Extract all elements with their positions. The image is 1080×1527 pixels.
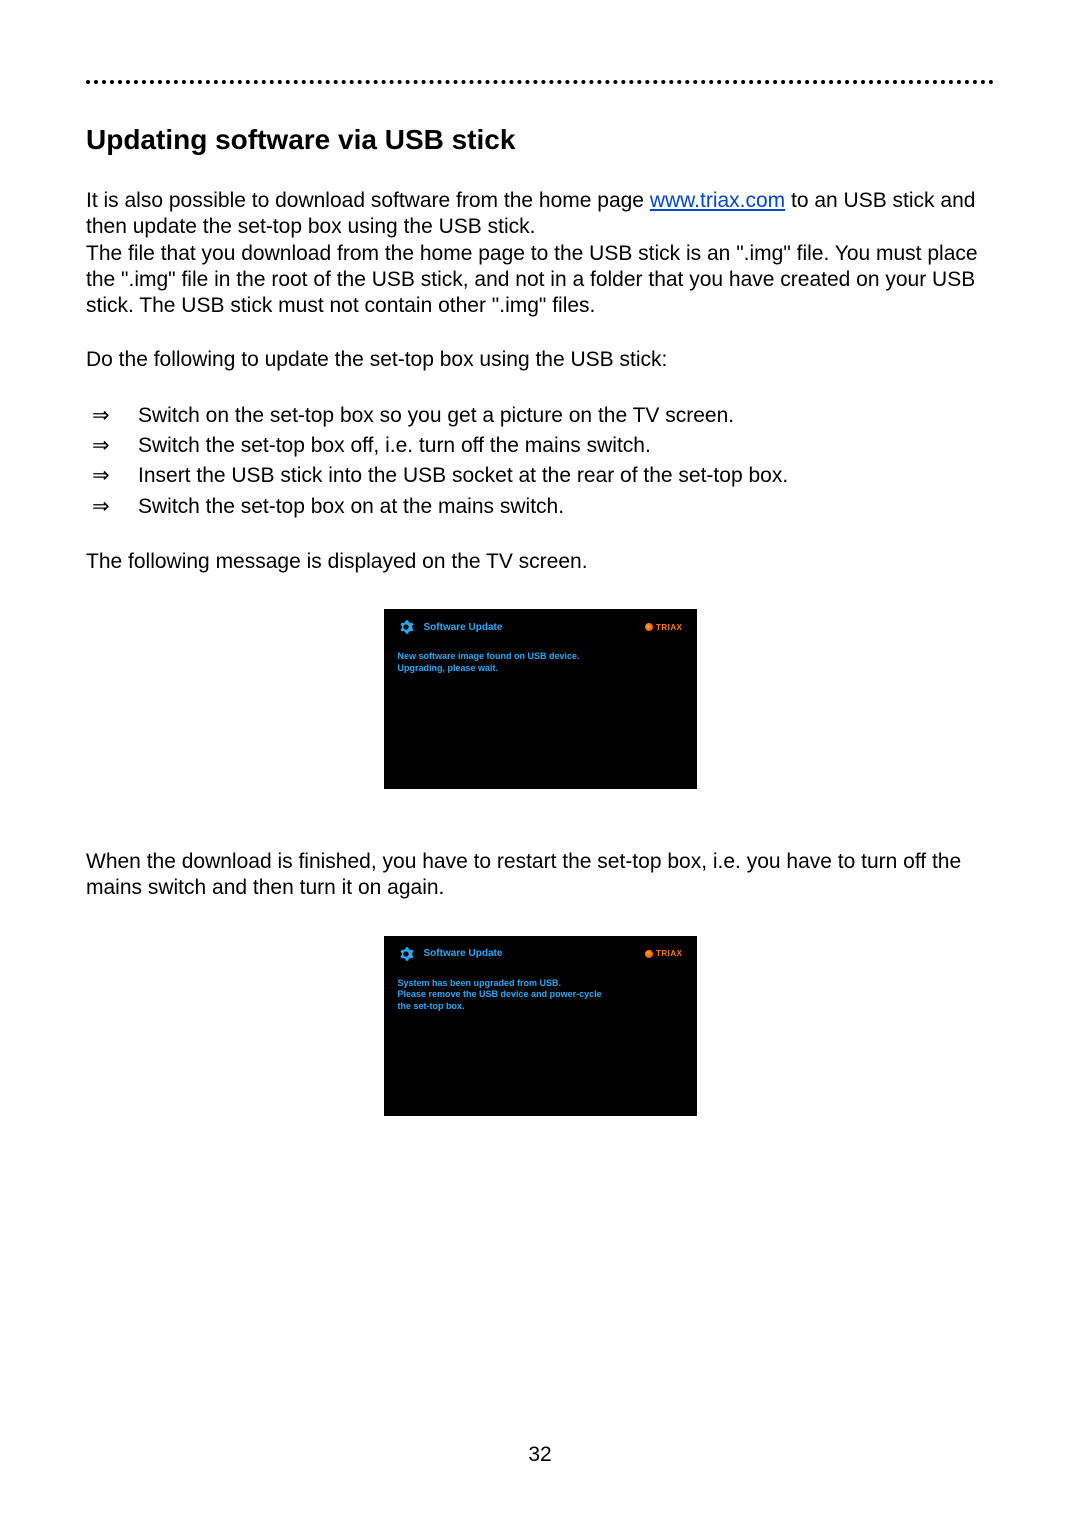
led-icon: [645, 950, 653, 958]
brand-text: TRIAX: [656, 949, 683, 958]
intro-paragraph-2: The file that you download from the home…: [86, 241, 994, 320]
triax-homepage-link[interactable]: www.triax.com: [650, 189, 785, 212]
tv-title: Software Update: [424, 948, 636, 959]
arrow-right-icon: ⇒: [86, 493, 138, 521]
tv-message: New software image found on USB device. …: [398, 651, 683, 674]
gear-icon: [398, 946, 414, 962]
intro-paragraph-1: It is also possible to download software…: [86, 188, 994, 241]
tv-message-line: Please remove the USB device and power-c…: [398, 989, 683, 1001]
screenshot-1-container: Software Update TRIAX New software image…: [86, 609, 994, 789]
step-text: Switch on the set-top box so you get a p…: [138, 402, 734, 430]
arrow-right-icon: ⇒: [86, 432, 138, 460]
tv-message-line: the set-top box.: [398, 1001, 683, 1013]
tv-brand: TRIAX: [645, 623, 683, 632]
list-item: ⇒ Switch the set-top box on at the mains…: [86, 493, 994, 521]
tv-screenshot-1: Software Update TRIAX New software image…: [384, 609, 697, 789]
arrow-right-icon: ⇒: [86, 462, 138, 490]
document-page: Updating software via USB stick It is al…: [0, 0, 1080, 1527]
intro-part1: It is also possible to download software…: [86, 189, 650, 212]
after-download-text: When the download is finished, you have …: [86, 849, 994, 902]
tv-brand: TRIAX: [645, 949, 683, 958]
tv-message-line: New software image found on USB device.: [398, 651, 683, 663]
gear-icon: [398, 619, 414, 635]
tv-screenshot-2: Software Update TRIAX System has been up…: [384, 936, 697, 1116]
list-item: ⇒ Insert the USB stick into the USB sock…: [86, 462, 994, 490]
arrow-right-icon: ⇒: [86, 402, 138, 430]
steps-list: ⇒ Switch on the set-top box so you get a…: [86, 402, 994, 521]
dotted-divider: [86, 80, 994, 84]
brand-text: TRIAX: [656, 623, 683, 632]
list-item: ⇒ Switch the set-top box off, i.e. turn …: [86, 432, 994, 460]
tv-message-line: Upgrading, please wait.: [398, 663, 683, 675]
tv-title: Software Update: [424, 622, 636, 633]
tv-header: Software Update TRIAX: [398, 946, 683, 962]
following-message-text: The following message is displayed on th…: [86, 549, 994, 575]
do-following-text: Do the following to update the set-top b…: [86, 347, 994, 373]
step-text: Insert the USB stick into the USB socket…: [138, 462, 788, 490]
step-text: Switch the set-top box on at the mains s…: [138, 493, 564, 521]
tv-message-line: System has been upgraded from USB.: [398, 978, 683, 990]
tv-message: System has been upgraded from USB. Pleas…: [398, 978, 683, 1013]
step-text: Switch the set-top box off, i.e. turn of…: [138, 432, 651, 460]
section-heading: Updating software via USB stick: [86, 124, 994, 156]
led-icon: [645, 623, 653, 631]
tv-header: Software Update TRIAX: [398, 619, 683, 635]
list-item: ⇒ Switch on the set-top box so you get a…: [86, 402, 994, 430]
screenshot-2-container: Software Update TRIAX System has been up…: [86, 936, 994, 1116]
page-number: 32: [0, 1443, 1080, 1467]
